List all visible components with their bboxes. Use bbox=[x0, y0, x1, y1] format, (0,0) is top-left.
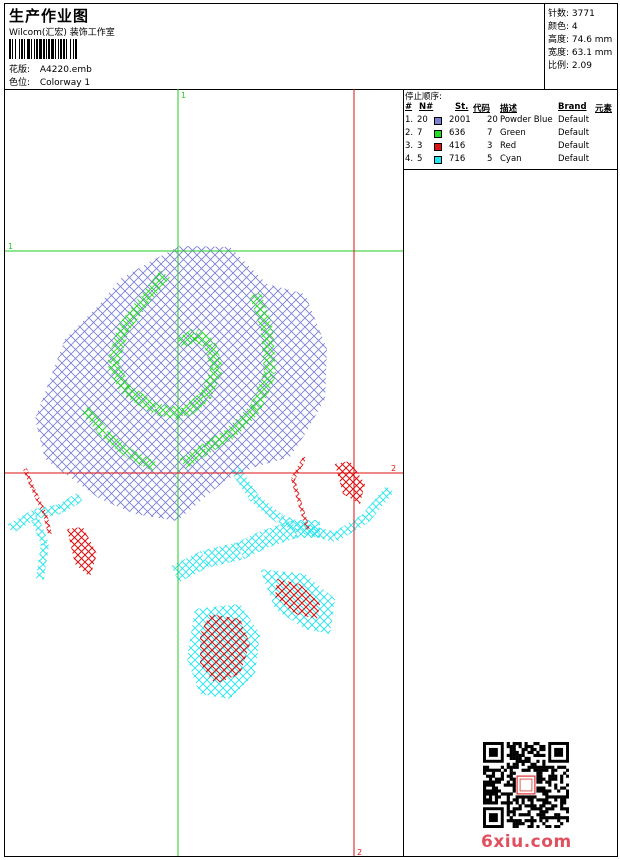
row-description: Powder Blue bbox=[500, 115, 553, 125]
col-index: # bbox=[405, 102, 413, 112]
table-row: 4. 5 716 5 Cyan Default bbox=[405, 154, 615, 167]
color-swatch bbox=[434, 156, 442, 164]
stop-sequence-panel: 停止顺序: # N# St. 代码 描述 Brand 元素 1. 20 2001 20… bbox=[403, 89, 617, 170]
colorway-value: Colorway 1 bbox=[39, 78, 91, 88]
color-swatch bbox=[434, 117, 442, 125]
company-name: Wilcom(汇宏) 装饰工作室 bbox=[9, 28, 115, 38]
pattern-value: A4220.emb bbox=[39, 65, 92, 75]
row-needle: 7 bbox=[417, 128, 423, 138]
colorway-label: 色位: bbox=[9, 78, 31, 88]
stitch-patch bbox=[262, 520, 298, 548]
stats-box: 针数: 3771 颜色: 4 高度: 74.6 mm 宽度: 63.1 mm 比… bbox=[544, 4, 618, 89]
row-stitches: 416 bbox=[449, 141, 466, 151]
col-description: 描述 bbox=[500, 104, 518, 114]
row-index: 2. bbox=[405, 128, 414, 138]
qr-code-icon bbox=[483, 742, 569, 828]
design-scale: 比例: 2.09 bbox=[548, 61, 592, 71]
sheet-header: 生产作业图 Wilcom(汇宏) 装饰工作室 花版: A4220.emb 色位:… bbox=[5, 4, 617, 90]
row-code: 7 bbox=[487, 128, 493, 138]
row-code: 20 bbox=[487, 115, 498, 125]
row-brand: Default bbox=[558, 154, 590, 164]
stitch-patch bbox=[275, 579, 320, 619]
row-needle: 5 bbox=[417, 154, 423, 164]
stitch-patch bbox=[225, 404, 260, 439]
col-brand: Brand bbox=[558, 102, 587, 112]
stitch-patch bbox=[251, 495, 284, 523]
stitch-patch bbox=[291, 456, 307, 480]
col-needle: N# bbox=[419, 102, 434, 112]
stitch-patch bbox=[43, 513, 52, 535]
row-code: 5 bbox=[487, 154, 493, 164]
stitch-patch bbox=[187, 604, 260, 699]
guide-label-top: 1 bbox=[181, 91, 186, 100]
embroidery-canvas: 1 1 2 2 bbox=[5, 89, 403, 856]
color-count: 颜色: 4 bbox=[548, 22, 578, 32]
row-brand: Default bbox=[558, 141, 590, 151]
stitch-patch bbox=[278, 514, 307, 534]
sheet-title: 生产作业图 bbox=[9, 7, 90, 25]
guide-label-right: 2 bbox=[391, 464, 396, 473]
row-needle: 20 bbox=[417, 115, 428, 125]
row-brand: Default bbox=[558, 128, 590, 138]
embroidery-preview: 1 1 2 2 bbox=[5, 89, 404, 856]
row-description: Green bbox=[500, 128, 526, 138]
row-index: 4. bbox=[405, 154, 414, 164]
table-header: # N# St. 代码 描述 Brand 元素 bbox=[405, 102, 615, 115]
design-height: 高度: 74.6 mm bbox=[548, 35, 613, 45]
row-description: Cyan bbox=[500, 154, 522, 164]
col-element: 元素 bbox=[595, 104, 613, 114]
table-row: 2. 7 636 7 Green Default bbox=[405, 128, 615, 141]
row-code: 3 bbox=[487, 141, 493, 151]
row-description: Red bbox=[500, 141, 517, 151]
production-sheet: 生产作业图 Wilcom(汇宏) 装饰工作室 花版: A4220.emb 色位:… bbox=[4, 3, 618, 857]
stitch-patch bbox=[101, 430, 134, 458]
col-stitches: St. bbox=[455, 102, 469, 112]
row-stitches: 636 bbox=[449, 128, 466, 138]
row-index: 3. bbox=[405, 141, 414, 151]
row-needle: 3 bbox=[417, 141, 423, 151]
color-swatch bbox=[434, 130, 442, 138]
stitch-patch bbox=[260, 569, 335, 634]
stitch-patch bbox=[202, 542, 243, 568]
row-brand: Default bbox=[558, 115, 590, 125]
row-index: 1. bbox=[405, 115, 414, 125]
stop-sequence-title: 停止顺序: bbox=[405, 92, 442, 102]
stitch-patch bbox=[7, 509, 38, 534]
stop-sequence-table: # N# St. 代码 描述 Brand 元素 1. 20 2001 20 Powder… bbox=[405, 102, 615, 167]
row-stitches: 2001 bbox=[449, 115, 471, 125]
color-swatch bbox=[434, 143, 442, 151]
table-row: 3. 3 416 3 Red Default bbox=[405, 141, 615, 154]
barcode-icon bbox=[9, 39, 77, 59]
table-row: 1. 20 2001 20 Powder Blue Default bbox=[405, 115, 615, 128]
design-width: 宽度: 63.1 mm bbox=[548, 48, 613, 58]
watermark-text: 6xiu.com bbox=[481, 832, 572, 852]
guide-label-bottom: 2 bbox=[357, 848, 362, 856]
stitch-patch bbox=[236, 530, 269, 560]
pattern-row: 花版: A4220.emb bbox=[9, 62, 92, 75]
col-code: 代码 bbox=[473, 104, 491, 114]
guide-label-left: 1 bbox=[8, 242, 13, 251]
stitch-count: 针数: 3771 bbox=[548, 9, 595, 19]
stitch-patch bbox=[295, 520, 320, 538]
row-stitches: 716 bbox=[449, 154, 466, 164]
stitch-patch bbox=[332, 514, 368, 542]
pattern-label: 花版: bbox=[9, 65, 31, 75]
colorway-row: 色位: Colorway 1 bbox=[9, 75, 90, 88]
